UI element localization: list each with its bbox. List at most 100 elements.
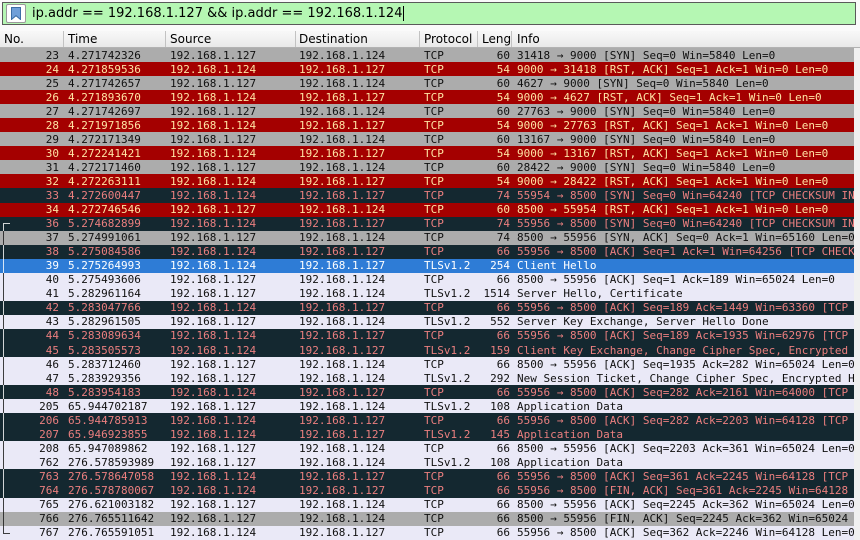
packet-row[interactable]: 767 276.765591051 192.168.1.124 192.168.…	[0, 526, 854, 540]
packet-protocol: TCP	[420, 273, 478, 286]
packet-length: 108	[478, 400, 512, 413]
packet-row[interactable]: 30 4.272241421 192.168.1.124 192.168.1.1…	[0, 146, 854, 160]
filter-bookmark-button[interactable]	[6, 4, 26, 23]
column-header-time[interactable]: Time	[64, 31, 166, 47]
packet-info: Application Data	[512, 456, 854, 469]
packet-protocol: TCP	[420, 470, 478, 483]
packet-row[interactable]: 28 4.271971856 192.168.1.124 192.168.1.1…	[0, 118, 854, 132]
packet-row[interactable]: 36 5.274682899 192.168.1.124 192.168.1.1…	[0, 217, 854, 231]
packet-length: 66	[478, 329, 512, 342]
packet-protocol: TLSv1.2	[420, 315, 478, 328]
display-filter-bar[interactable]: ip.addr == 192.168.1.127 && ip.addr == 1…	[2, 2, 856, 25]
column-header-info[interactable]: Info	[512, 31, 860, 47]
packet-row[interactable]: 26 4.271893670 192.168.1.124 192.168.1.1…	[0, 90, 854, 104]
packet-row[interactable]: 25 4.271742657 192.168.1.127 192.168.1.1…	[0, 76, 854, 90]
packet-row[interactable]: 766 276.765511642 192.168.1.127 192.168.…	[0, 512, 854, 526]
packet-info: New Session Ticket, Change Cipher Spec, …	[512, 372, 854, 385]
column-header-no[interactable]: No.	[0, 31, 64, 47]
packet-row[interactable]: 40 5.275493606 192.168.1.127 192.168.1.1…	[0, 273, 854, 287]
packet-no: 206	[0, 414, 64, 427]
packet-no: 29	[0, 133, 64, 146]
packet-no: 40	[0, 273, 64, 286]
packet-row[interactable]: 29 4.272171349 192.168.1.127 192.168.1.1…	[0, 132, 854, 146]
packet-row[interactable]: 763 276.578647058 192.168.1.124 192.168.…	[0, 469, 854, 483]
packet-no: 767	[0, 526, 64, 539]
packet-info: 55954 → 8500 [SYN] Seq=0 Win=64240 [TCP …	[512, 189, 854, 202]
packet-no: 764	[0, 484, 64, 497]
packet-info: 55956 → 8500 [ACK] Seq=282 Ack=2161 Win=…	[512, 386, 854, 399]
packet-no: 47	[0, 372, 64, 385]
packet-no: 31	[0, 161, 64, 174]
packet-row[interactable]: 41 5.282961164 192.168.1.127 192.168.1.1…	[0, 287, 854, 301]
packet-info: 13167 → 9000 [SYN] Seq=0 Win=5840 Len=0	[512, 133, 854, 146]
packet-protocol: TCP	[420, 329, 478, 342]
packet-time: 65.944702187	[64, 400, 166, 413]
packet-row[interactable]: 765 276.621003182 192.168.1.127 192.168.…	[0, 498, 854, 512]
packet-info: 9000 → 4627 [RST, ACK] Seq=1 Ack=1 Win=0…	[512, 91, 854, 104]
packet-info: 55956 → 8500 [ACK] Seq=1 Ack=1 Win=64256…	[512, 245, 854, 258]
packet-length: 60	[478, 105, 512, 118]
packet-row[interactable]: 33 4.272600447 192.168.1.124 192.168.1.1…	[0, 188, 854, 202]
packet-time: 4.271893670	[64, 91, 166, 104]
packet-row[interactable]: 34 4.272746546 192.168.1.127 192.168.1.1…	[0, 203, 854, 217]
packet-row[interactable]: 45 5.283505573 192.168.1.124 192.168.1.1…	[0, 343, 854, 357]
packet-time: 4.272746546	[64, 203, 166, 216]
display-filter-input[interactable]: ip.addr == 192.168.1.127 && ip.addr == 1…	[32, 6, 402, 21]
packet-source: 192.168.1.127	[166, 498, 296, 511]
packet-destination: 192.168.1.124	[296, 161, 420, 174]
packet-length: 54	[478, 91, 512, 104]
column-header-protocol[interactable]: Protocol	[420, 31, 478, 47]
packet-info: 8500 → 55956 [ACK] Seq=2245 Ack=362 Win=…	[512, 498, 854, 511]
packet-protocol: TLSv1.2	[420, 259, 478, 272]
packet-row[interactable]: 764 276.578780067 192.168.1.124 192.168.…	[0, 483, 854, 497]
packet-row[interactable]: 37 5.274991061 192.168.1.127 192.168.1.1…	[0, 231, 854, 245]
packet-row[interactable]: 38 5.275084586 192.168.1.124 192.168.1.1…	[0, 245, 854, 259]
packet-info: 8500 → 55956 [ACK] Seq=1 Ack=189 Win=650…	[512, 273, 854, 286]
packet-time: 4.272241421	[64, 147, 166, 160]
column-header-length[interactable]: Lengt	[478, 31, 512, 47]
column-header-source[interactable]: Source	[166, 31, 296, 47]
packet-protocol: TLSv1.2	[420, 400, 478, 413]
packet-protocol: TCP	[420, 498, 478, 511]
packet-row[interactable]: 46 5.283712460 192.168.1.127 192.168.1.1…	[0, 357, 854, 371]
packet-protocol: TLSv1.2	[420, 428, 478, 441]
column-header-destination[interactable]: Destination	[296, 31, 420, 47]
packet-destination: 192.168.1.124	[296, 512, 420, 525]
packet-info: 55956 → 8500 [ACK] Seq=189 Ack=1935 Win=…	[512, 329, 854, 342]
packet-info: 28422 → 9000 [SYN] Seq=0 Win=5840 Len=0	[512, 161, 854, 174]
packet-length: 60	[478, 77, 512, 90]
packet-source: 192.168.1.127	[166, 161, 296, 174]
packet-length: 74	[478, 217, 512, 230]
packet-row[interactable]: 205 65.944702187 192.168.1.127 192.168.1…	[0, 399, 854, 413]
packet-protocol: TCP	[420, 484, 478, 497]
packet-row[interactable]: 43 5.282961505 192.168.1.127 192.168.1.1…	[0, 315, 854, 329]
packet-row[interactable]: 32 4.272263111 192.168.1.124 192.168.1.1…	[0, 174, 854, 188]
packet-no: 42	[0, 301, 64, 314]
packet-row[interactable]: 39 5.275264993 192.168.1.124 192.168.1.1…	[0, 259, 854, 273]
packet-row[interactable]: 48 5.283954183 192.168.1.124 192.168.1.1…	[0, 385, 854, 399]
packet-info: 9000 → 28422 [RST, ACK] Seq=1 Ack=1 Win=…	[512, 175, 854, 188]
packet-time: 5.283712460	[64, 358, 166, 371]
packet-length: 552	[478, 315, 512, 328]
packet-info: 55956 → 8500 [SYN] Seq=0 Win=64240 [TCP …	[512, 217, 854, 230]
packet-protocol: TLSv1.2	[420, 344, 478, 357]
packet-row[interactable]: 23 4.271742326 192.168.1.127 192.168.1.1…	[0, 48, 854, 62]
packet-row[interactable]: 762 276.578593989 192.168.1.127 192.168.…	[0, 455, 854, 469]
packet-row[interactable]: 42 5.283047766 192.168.1.124 192.168.1.1…	[0, 301, 854, 315]
packet-row[interactable]: 47 5.283929356 192.168.1.127 192.168.1.1…	[0, 371, 854, 385]
packet-row[interactable]: 208 65.947089862 192.168.1.127 192.168.1…	[0, 441, 854, 455]
packet-protocol: TCP	[420, 63, 478, 76]
packet-row[interactable]: 27 4.271742697 192.168.1.127 192.168.1.1…	[0, 104, 854, 118]
packet-length: 145	[478, 428, 512, 441]
packet-row[interactable]: 44 5.283089634 192.168.1.124 192.168.1.1…	[0, 329, 854, 343]
packet-row[interactable]: 207 65.946923855 192.168.1.124 192.168.1…	[0, 427, 854, 441]
packet-no: 36	[0, 217, 64, 230]
packet-row[interactable]: 24 4.271859536 192.168.1.124 192.168.1.1…	[0, 62, 854, 76]
packet-row[interactable]: 206 65.944785913 192.168.1.124 192.168.1…	[0, 413, 854, 427]
packet-row[interactable]: 31 4.272171460 192.168.1.127 192.168.1.1…	[0, 160, 854, 174]
packet-list: 23 4.271742326 192.168.1.127 192.168.1.1…	[0, 48, 854, 540]
packet-protocol: TCP	[420, 301, 478, 314]
packet-length: 66	[478, 442, 512, 455]
packet-length: 60	[478, 133, 512, 146]
packet-destination: 192.168.1.127	[296, 217, 420, 230]
